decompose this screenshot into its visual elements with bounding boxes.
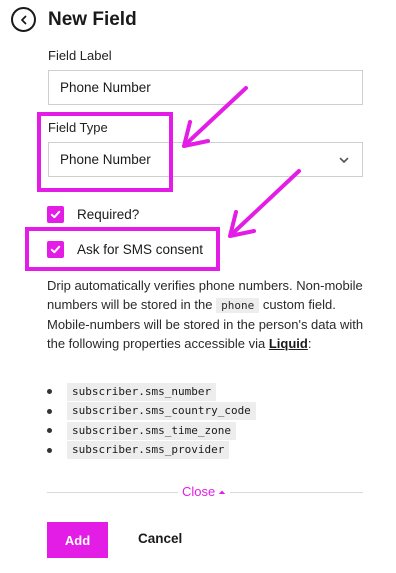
annotation-arrowhead-2 xyxy=(228,210,256,238)
cancel-button[interactable]: Cancel xyxy=(138,531,182,546)
property-code: subscriber.sms_time_zone xyxy=(67,421,236,440)
list-item: subscriber.sms_time_zone xyxy=(47,421,256,441)
close-label: Close xyxy=(182,484,216,499)
field-type-highlight xyxy=(37,112,173,192)
chevron-up-icon xyxy=(219,490,226,494)
add-button[interactable]: Add xyxy=(47,522,108,558)
property-code: subscriber.sms_number xyxy=(67,382,217,401)
liquid-link[interactable]: Liquid xyxy=(269,336,308,351)
phone-code: phone xyxy=(216,298,260,313)
description-text: Drip automatically verifies phone number… xyxy=(47,278,364,351)
properties-list: subscriber.sms_number subscriber.sms_cou… xyxy=(47,382,256,460)
property-code: subscriber.sms_country_code xyxy=(67,402,256,421)
back-button[interactable] xyxy=(11,7,36,32)
property-code: subscriber.sms_provider xyxy=(67,441,230,460)
annotation-arrow-2 xyxy=(230,169,301,236)
field-label-input[interactable]: Phone Number xyxy=(48,70,363,105)
close-toggle[interactable]: Close xyxy=(178,484,231,499)
checkmark-icon xyxy=(50,210,61,219)
field-label-heading: Field Label xyxy=(48,48,112,63)
list-item: subscriber.sms_number xyxy=(47,382,256,402)
list-item: subscriber.sms_country_code xyxy=(47,402,256,422)
page-title: New Field xyxy=(48,9,137,30)
chevron-left-icon xyxy=(20,15,26,24)
sms-consent-highlight xyxy=(25,227,220,271)
list-item: subscriber.sms_provider xyxy=(47,441,256,461)
required-label: Required? xyxy=(77,207,140,222)
field-label-value: Phone Number xyxy=(60,80,151,95)
chevron-down-icon xyxy=(339,157,349,163)
required-checkbox[interactable] xyxy=(47,206,64,223)
